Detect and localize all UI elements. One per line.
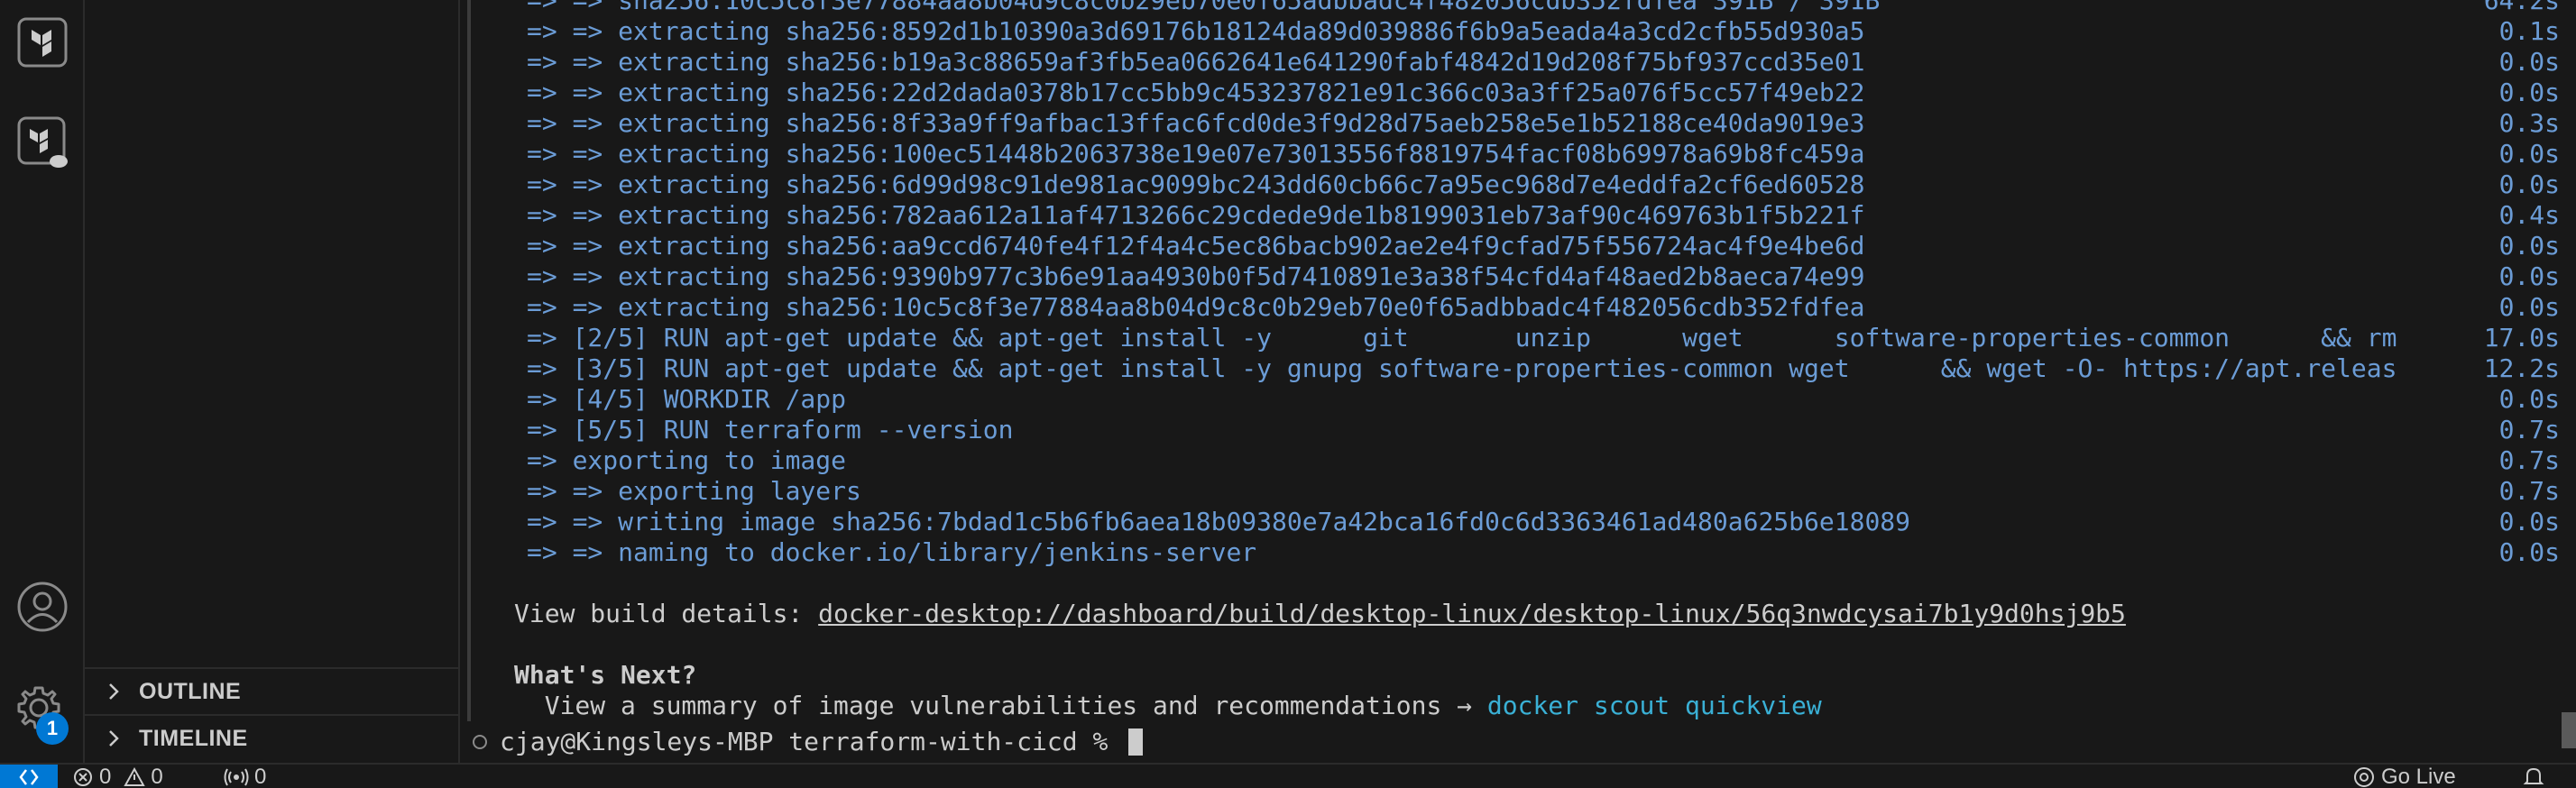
remote-icon	[19, 769, 39, 785]
build-details-line: View build details: docker-desktop://das…	[503, 599, 2560, 629]
outline-label: OUTLINE	[139, 678, 242, 704]
terminal-left-edge	[467, 0, 471, 721]
terminal-line: => => sha256:10c5c8f3e77884aa8b04d9c8c0b…	[527, 0, 2560, 15]
go-live-button[interactable]: Go Live	[2352, 765, 2456, 788]
terminal-line: => => writing image sha256:7bdad1c5b6fb6…	[527, 507, 2560, 536]
warning-icon	[124, 766, 146, 786]
terminal-line: => => extracting sha256:782aa612a11af471…	[527, 200, 2560, 230]
chevron-right-icon	[109, 730, 119, 747]
terminal-line: => => extracting sha256:10c5c8f3e77884aa…	[527, 292, 2560, 322]
status-bar: 0 0 0 Go Live	[0, 763, 2576, 788]
notifications-button[interactable]	[2522, 765, 2545, 788]
timeline-section-header[interactable]: TIMELINE	[85, 714, 458, 761]
broadcast-icon	[224, 768, 249, 786]
radio-tower-icon	[2354, 767, 2374, 787]
whats-next-heading: What's Next?	[514, 660, 697, 690]
terminal-line: => => exporting layers 0.7s	[527, 476, 2560, 506]
summary-line: View a summary of image vulnerabilities …	[503, 691, 2560, 721]
bell-icon	[2523, 767, 2544, 784]
terminal-scrollbar[interactable]	[2562, 0, 2576, 763]
activity-bar: 1	[0, 0, 85, 763]
terminal-prompt[interactable]: cjay@Kingsleys-MBP terraform-with-cicd %	[473, 727, 1144, 757]
build-details-link[interactable]: docker-desktop://dashboard/build/desktop…	[818, 599, 2126, 628]
terminal-line: => => extracting sha256:22d2dada0378b17c…	[527, 78, 2560, 107]
go-live-label: Go Live	[2381, 765, 2456, 788]
terminal-line: => => extracting sha256:6d99d98c91de981a…	[527, 170, 2560, 199]
terminal-line: => => extracting sha256:aa9ccd6740fe4f12…	[527, 231, 2560, 261]
prompt-text: cjay@Kingsleys-MBP terraform-with-cicd %	[500, 727, 1124, 756]
error-count: 0	[99, 765, 112, 788]
build-details-prefix: View build details:	[514, 599, 819, 628]
terminal-line: => => extracting sha256:8592d1b10390a3d6…	[527, 16, 2560, 46]
remote-indicator-button[interactable]	[0, 765, 58, 788]
summary-text: View a summary of image vulnerabilities …	[514, 691, 1487, 720]
scout-command: docker scout quickview	[1486, 691, 1822, 720]
terminal-cursor	[1128, 728, 1144, 756]
terminal-line: => [5/5] RUN terraform --version 0.7s	[527, 415, 2560, 444]
ports-count: 0	[254, 765, 267, 788]
outline-section-header[interactable]: OUTLINE	[85, 667, 458, 714]
terminal-line: => => extracting sha256:100ec51448b20637…	[527, 139, 2560, 169]
terraform-icon[interactable]	[0, 0, 85, 85]
chevron-right-icon	[109, 683, 119, 700]
command-decoration-icon[interactable]	[473, 735, 487, 749]
terminal-line: => => extracting sha256:9390b977c3b6e91a…	[527, 261, 2560, 291]
terminal-line: => [2/5] RUN apt-get update && apt-get i…	[527, 323, 2560, 353]
terminal-line: => exporting to image 0.7s	[527, 445, 2560, 475]
warning-count: 0	[151, 765, 163, 788]
terminal-line: => [4/5] WORKDIR /app 0.0s	[527, 384, 2560, 414]
terminal-scrollbar-thumb[interactable]	[2562, 712, 2576, 748]
error-icon	[74, 768, 92, 786]
terminal-line: => => extracting sha256:b19a3c88659af3fb…	[527, 47, 2560, 77]
side-bar: OUTLINE TIMELINE	[85, 0, 460, 763]
terraform-cloud-icon[interactable]	[0, 101, 85, 186]
terminal-line: => => extracting sha256:8f33a9ff9afbac13…	[527, 108, 2560, 138]
terminal-output: => => sha256:10c5c8f3e77884aa8b04d9c8c0b…	[503, 0, 2560, 721]
terminal-line: => [3/5] RUN apt-get update && apt-get i…	[527, 353, 2560, 383]
account-icon[interactable]	[0, 564, 85, 649]
settings-badge: 1	[36, 712, 69, 745]
terminal-panel[interactable]: => => sha256:10c5c8f3e77884aa8b04d9c8c0b…	[462, 0, 2576, 763]
timeline-label: TIMELINE	[139, 725, 248, 751]
problems-indicator[interactable]: 0 0	[72, 765, 163, 788]
ports-indicator[interactable]: 0	[224, 765, 266, 788]
terminal-line: => => naming to docker.io/library/jenkin…	[527, 537, 2560, 567]
